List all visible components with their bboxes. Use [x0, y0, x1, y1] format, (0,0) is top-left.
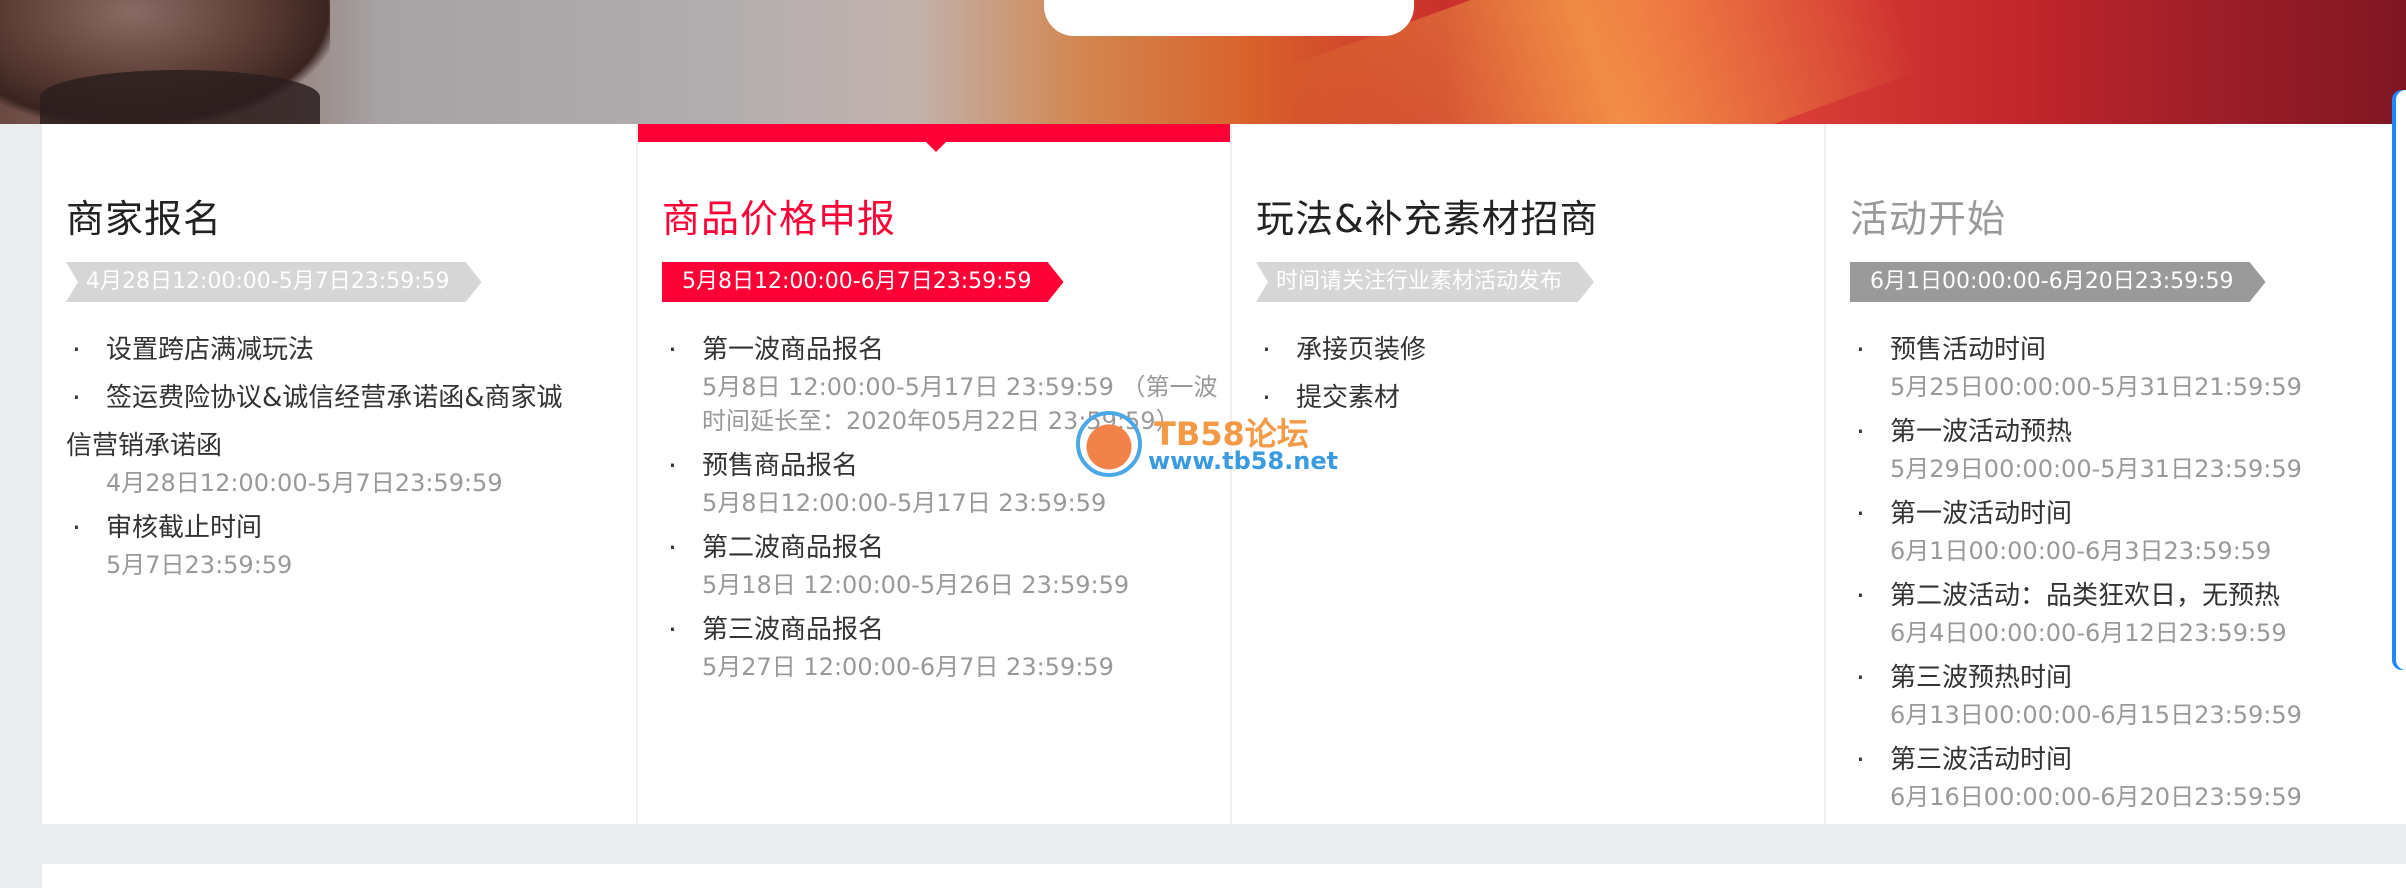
- list-item: 第一波活动预热 5月29日00:00:00-5月31日23:59:59: [1850, 408, 2406, 486]
- step-title: 玩法&补充素材招商: [1256, 197, 1599, 241]
- floating-side-panel-tab[interactable]: [2392, 90, 2406, 670]
- list-item: 第三波活动时间 6月16日00:00:00-6月20日23:59:59: [1850, 736, 2406, 814]
- timeline-step-event-start[interactable]: 活动开始 6月1日00:00:00-6月20日23:59:59 预售活动时间 5…: [1824, 124, 2406, 824]
- task-label: 审核截止时间: [66, 504, 626, 552]
- task-time: 5月18日 12:00:00-5月26日 23:59:59: [702, 571, 1130, 599]
- list-item: 预售活动时间 5月25日00:00:00-5月31日21:59:59: [1850, 326, 2406, 404]
- list-item: 设置跨店满减玩法: [66, 326, 626, 374]
- task-time: 5月25日00:00:00-5月31日21:59:59: [1890, 373, 2302, 401]
- task-label-line1: 签运费险协议&诚信经营承诺函&商家诚: [106, 383, 563, 413]
- forum-watermark: TB58论坛 www.tb58.net: [1076, 405, 1356, 485]
- list-item: 审核截止时间 5月7日23:59:59: [66, 504, 626, 582]
- task-time: 5月7日23:59:59: [106, 551, 293, 579]
- task-label: 签运费险协议&诚信经营承诺函&商家诚信营销承诺函: [66, 374, 626, 470]
- step-task-list: 设置跨店满减玩法 签运费险协议&诚信经营承诺函&商家诚信营销承诺函 4月28日1…: [66, 326, 626, 586]
- task-label: 第三波预热时间: [1850, 654, 2406, 702]
- task-label: 第一波活动预热: [1850, 408, 2406, 456]
- task-time: 5月29日00:00:00-5月31日23:59:59: [1890, 455, 2302, 483]
- list-item: 承接页装修: [1256, 326, 1816, 374]
- task-time: 6月4日00:00:00-6月12日23:59:59: [1890, 619, 2287, 647]
- step-title: 商品价格申报: [662, 197, 897, 241]
- list-item: 第二波活动：品类狂欢日，无预热 6月4日00:00:00-6月12日23:59:…: [1850, 572, 2406, 650]
- list-item: 第三波商品报名 5月27日 12:00:00-6月7日 23:59:59: [662, 606, 1222, 684]
- step-title: 活动开始: [1850, 197, 2007, 241]
- task-time: 4月28日12:00:00-5月7日23:59:59: [106, 469, 503, 497]
- task-time: 6月16日00:00:00-6月20日23:59:59: [1890, 783, 2302, 811]
- task-label: 第三波活动时间: [1850, 736, 2406, 784]
- step-date-tag: 时间请关注行业素材活动发布: [1256, 262, 1594, 302]
- list-item: 第一波活动时间 6月1日00:00:00-6月3日23:59:59: [1850, 490, 2406, 568]
- task-label: 第一波商品报名: [662, 326, 1222, 374]
- step-date-tag: 4月28日12:00:00-5月7日23:59:59: [66, 262, 482, 302]
- task-time: 6月13日00:00:00-6月15日23:59:59: [1890, 701, 2302, 729]
- task-label: 承接页装修: [1256, 326, 1816, 374]
- task-time: 5月27日 12:00:00-6月7日 23:59:59: [702, 653, 1114, 681]
- step-date-tag: 5月8日12:00:00-6月7日23:59:59: [662, 262, 1064, 302]
- task-label: 第二波商品报名: [662, 524, 1222, 572]
- task-label: 第二波活动：品类狂欢日，无预热: [1850, 572, 2406, 620]
- task-label: 预售活动时间: [1850, 326, 2406, 374]
- task-label: 第一波活动时间: [1850, 490, 2406, 538]
- hero-action-button[interactable]: [1044, 0, 1414, 36]
- step-date-tag: 6月1日00:00:00-6月20日23:59:59: [1850, 262, 2266, 302]
- watermark-url: www.tb58.net: [1148, 447, 1339, 475]
- task-label: 设置跨店满减玩法: [66, 326, 626, 374]
- step-task-list: 预售活动时间 5月25日00:00:00-5月31日21:59:59 第一波活动…: [1850, 326, 2406, 818]
- list-item: 第二波商品报名 5月18日 12:00:00-5月26日 23:59:59: [662, 524, 1222, 602]
- task-time: 5月8日12:00:00-5月17日 23:59:59: [702, 489, 1107, 517]
- task-time: 6月1日00:00:00-6月3日23:59:59: [1890, 537, 2272, 565]
- hand-logo-icon: [1076, 411, 1142, 477]
- task-label: 第三波商品报名: [662, 606, 1222, 654]
- hero-model-shoulder: [40, 70, 320, 124]
- active-step-indicator: [638, 124, 1232, 152]
- list-item: 签运费险协议&诚信经营承诺函&商家诚信营销承诺函 4月28日12:00:00-5…: [66, 374, 626, 500]
- list-item: 第三波预热时间 6月13日00:00:00-6月15日23:59:59: [1850, 654, 2406, 732]
- task-label-line2: 信营销承诺函: [66, 431, 223, 461]
- timeline-step-merchant-signup[interactable]: 商家报名 4月28日12:00:00-5月7日23:59:59 设置跨店满减玩法…: [42, 124, 638, 824]
- hero-banner: [0, 0, 2406, 124]
- step-title: 商家报名: [66, 197, 223, 241]
- next-section-card: [42, 864, 2406, 888]
- step-task-list: 第一波商品报名 5月8日 12:00:00-5月17日 23:59:59 （第一…: [662, 326, 1222, 688]
